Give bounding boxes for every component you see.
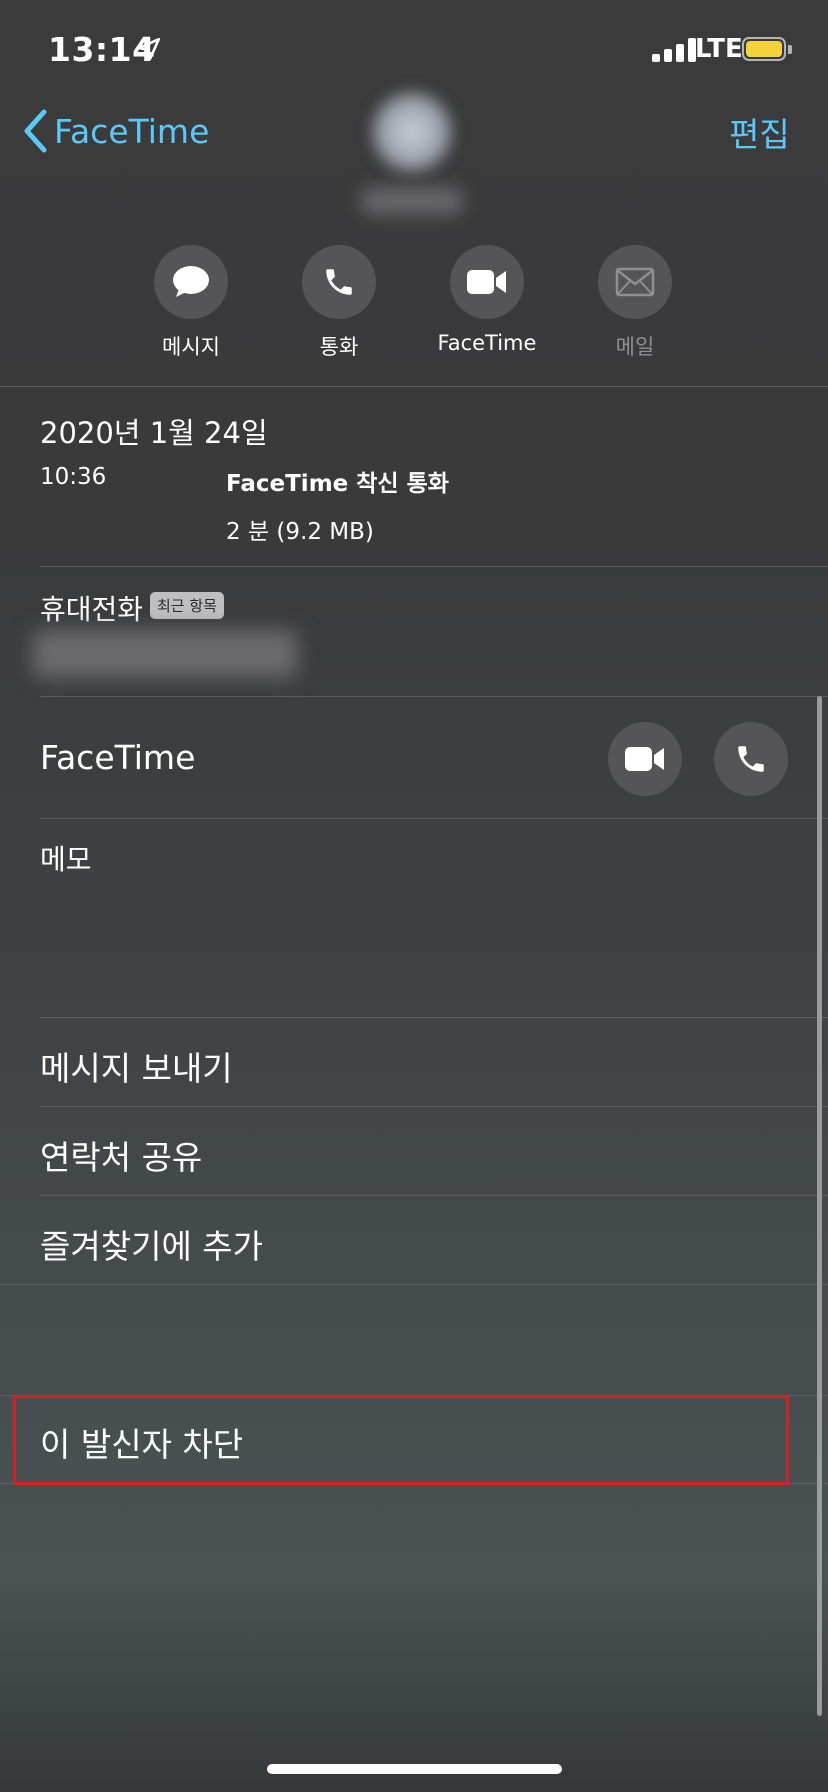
message-action-button[interactable] (154, 245, 228, 319)
share-contact-button[interactable]: 연락처 공유 (40, 1131, 202, 1179)
divider (0, 386, 828, 387)
cellular-signal-icon (652, 38, 700, 62)
divider (40, 566, 828, 567)
call-time: 10:36 (40, 464, 107, 490)
home-indicator[interactable] (267, 1764, 562, 1774)
facetime-row-label: FaceTime (40, 738, 196, 777)
battery-icon (742, 37, 786, 61)
call-action-label: 통화 (319, 335, 359, 359)
facetime-video-button[interactable] (608, 722, 682, 796)
contact-avatar (366, 86, 458, 178)
back-button[interactable]: FaceTime (22, 108, 209, 154)
divider (0, 1284, 828, 1285)
mail-icon (615, 267, 655, 297)
divider (40, 1195, 828, 1196)
divider (40, 1106, 828, 1107)
divider (0, 1483, 828, 1484)
mail-action-button[interactable] (598, 245, 672, 319)
edit-button[interactable]: 편집 (729, 108, 790, 156)
divider (40, 696, 828, 697)
chevron-left-icon (24, 109, 47, 153)
phone-icon (738, 746, 764, 772)
call-action-button[interactable] (302, 245, 376, 319)
add-favorite-button[interactable]: 즐겨찾기에 추가 (40, 1220, 263, 1268)
facetime-action-label: FaceTime (437, 331, 537, 355)
message-action[interactable]: 메시지 (116, 245, 266, 361)
back-label: FaceTime (54, 111, 210, 151)
divider (40, 1017, 828, 1018)
mail-action-label: 메일 (615, 335, 655, 359)
phone-label: 휴대전화 (40, 593, 144, 626)
network-type: LTE (695, 34, 743, 64)
mail-action[interactable]: 메일 (560, 245, 710, 361)
memo-field[interactable]: 메모 (40, 838, 92, 878)
message-icon (173, 266, 209, 297)
facetime-audio-button[interactable] (714, 722, 788, 796)
facetime-action[interactable]: FaceTime (412, 245, 562, 355)
block-caller-button[interactable]: 이 발신자 차단 (40, 1418, 243, 1466)
contact-name-blurred (362, 188, 462, 214)
video-icon (467, 270, 506, 294)
phone-number-blurred[interactable] (33, 630, 297, 678)
call-type: FaceTime 착신 통화 (226, 471, 449, 497)
call-date: 2020년 1월 24일 (40, 416, 268, 450)
recent-badge: 최근 항목 (150, 592, 224, 619)
battery-tip (788, 45, 792, 54)
scrollbar[interactable] (817, 696, 822, 1716)
location-arrow-icon (137, 37, 161, 61)
phone-icon (326, 269, 352, 295)
call-action[interactable]: 통화 (264, 245, 414, 361)
video-icon (625, 747, 664, 771)
message-action-label: 메시지 (162, 335, 220, 359)
divider (40, 818, 828, 819)
send-message-button[interactable]: 메시지 보내기 (40, 1042, 233, 1090)
facetime-action-button[interactable] (450, 245, 524, 319)
call-duration: 2 분 (9.2 MB) (226, 519, 374, 545)
